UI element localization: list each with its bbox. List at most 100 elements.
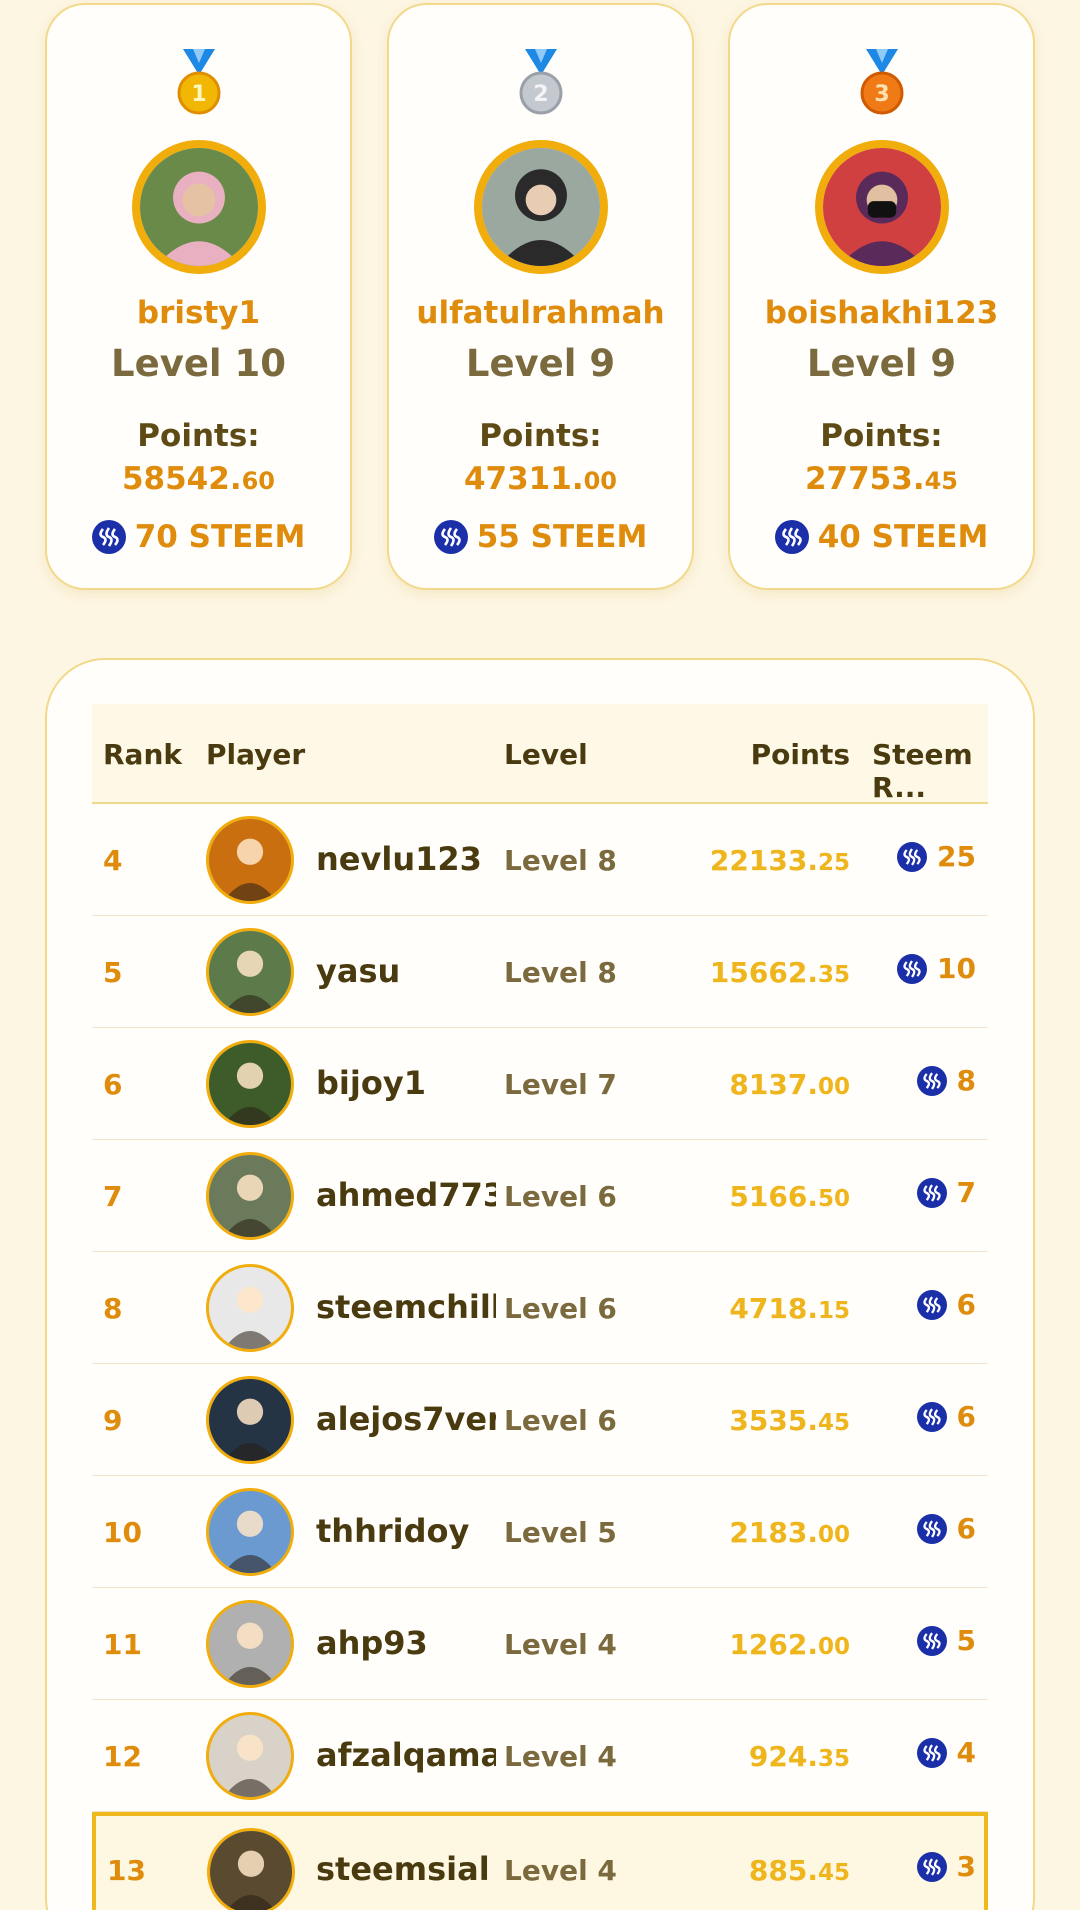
steem-icon xyxy=(916,1401,947,1432)
steem-reward-cell: 4 xyxy=(916,1736,976,1769)
podium: 1 bristy1 Level 10 Points: 58542.60 70 S… xyxy=(0,0,1080,600)
player-name[interactable]: afzalqamar xyxy=(316,1736,496,1774)
table-row[interactable]: 11 ahp93 Level 4 1262.00 5 xyxy=(92,1588,988,1700)
steem-reward-cell: 7 xyxy=(916,1176,976,1209)
avatar xyxy=(473,140,608,274)
level-cell: Level 4 xyxy=(504,1854,617,1887)
points-cell: 8137.00 xyxy=(729,1068,850,1101)
table-row[interactable]: 9 alejos7ven Level 6 3535.45 6 xyxy=(92,1364,988,1476)
player-name[interactable]: steemchiller xyxy=(316,1288,496,1326)
header-player[interactable]: Player xyxy=(206,738,305,771)
player-name[interactable]: bijoy1 xyxy=(316,1064,496,1102)
steem-icon xyxy=(433,520,468,554)
player-name: boishakhi123 xyxy=(764,295,999,331)
leaderboard-panel: Rank Player Level Points Steem R... 4 nev… xyxy=(45,658,1035,1910)
svg-text:1: 1 xyxy=(191,82,206,107)
header-points[interactable]: Points xyxy=(652,738,850,771)
points-label: Points: xyxy=(820,418,943,454)
level-cell: Level 4 xyxy=(504,1740,617,1773)
player-name: bristy1 xyxy=(136,295,261,331)
points-cell: 924.35 xyxy=(748,1740,850,1773)
steem-icon xyxy=(916,1065,947,1096)
rank-cell: 10 xyxy=(103,1516,142,1549)
steem-reward: 55 STEEM xyxy=(389,519,692,555)
level-cell: Level 6 xyxy=(504,1404,617,1437)
level-cell: Level 7 xyxy=(504,1068,617,1101)
player-name: ulfatulrahmah xyxy=(416,295,665,331)
avatar xyxy=(206,1712,294,1800)
points-value: 58542.60 xyxy=(121,461,276,497)
player-name[interactable]: ahp93 xyxy=(316,1624,496,1662)
rank-cell: 11 xyxy=(103,1628,142,1661)
player-name[interactable]: alejos7ven xyxy=(316,1400,496,1438)
podium-card-second[interactable]: 2 ulfatulrahmah Level 9 Points: 47311.00… xyxy=(387,3,694,590)
rank-cell: 9 xyxy=(103,1404,123,1437)
svg-text:3: 3 xyxy=(874,82,889,107)
avatar xyxy=(206,1040,294,1128)
player-name[interactable]: nevlu123 xyxy=(316,840,496,878)
steem-reward-cell: 6 xyxy=(916,1512,976,1545)
table-row[interactable]: 10 thhridoy Level 5 2183.00 6 xyxy=(92,1476,988,1588)
player-name[interactable]: ahmed773 xyxy=(316,1176,496,1214)
table-row[interactable]: 4 nevlu123 Level 8 22133.25 25 xyxy=(92,804,988,916)
steem-icon xyxy=(91,520,126,554)
player-name[interactable]: steemsial xyxy=(316,1850,496,1888)
header-rank[interactable]: Rank xyxy=(103,738,182,771)
steem-icon xyxy=(897,953,928,984)
points-cell: 885.45 xyxy=(748,1854,850,1887)
points-cell: 4718.15 xyxy=(729,1292,850,1325)
steem-reward-cell: 6 xyxy=(916,1288,976,1321)
points-value: 27753.45 xyxy=(804,461,959,497)
steem-reward-cell: 5 xyxy=(916,1624,976,1657)
points-cell: 5166.50 xyxy=(729,1180,850,1213)
table-row[interactable]: 7 ahmed773 Level 6 5166.50 7 xyxy=(92,1140,988,1252)
avatar xyxy=(206,1376,294,1464)
rank-cell: 6 xyxy=(103,1068,123,1101)
header-level[interactable]: Level xyxy=(504,738,588,771)
steem-icon xyxy=(916,1625,947,1656)
avatar xyxy=(131,140,266,274)
player-level: Level 9 xyxy=(465,342,616,385)
steem-reward-cell: 6 xyxy=(916,1400,976,1433)
points-cell: 1262.00 xyxy=(729,1628,850,1661)
level-cell: Level 5 xyxy=(504,1516,617,1549)
avatar xyxy=(814,140,949,274)
avatar xyxy=(206,1600,294,1688)
bronze-medal-icon: 3 xyxy=(860,49,904,117)
points-cell: 3535.45 xyxy=(729,1404,850,1437)
points-cell: 15662.35 xyxy=(709,956,850,989)
current-user-row[interactable]: 13 steemsial Level 4 885.45 3 xyxy=(92,1812,988,1910)
table-row[interactable]: 6 bijoy1 Level 7 8137.00 8 xyxy=(92,1028,988,1140)
table-header: Rank Player Level Points Steem R... xyxy=(92,704,988,804)
header-steem-reward[interactable]: Steem R... xyxy=(872,738,988,804)
player-level: Level 9 xyxy=(806,342,957,385)
rank-cell: 8 xyxy=(103,1292,123,1325)
steem-icon xyxy=(916,1513,947,1544)
avatar xyxy=(206,1264,294,1352)
steem-reward-cell: 8 xyxy=(916,1064,976,1097)
player-level: Level 10 xyxy=(111,342,286,385)
steem-reward: 70 STEEM xyxy=(47,519,350,555)
points-value: 47311.00 xyxy=(463,461,618,497)
points-label: Points: xyxy=(137,418,260,454)
svg-text:2: 2 xyxy=(533,82,548,107)
player-name[interactable]: thhridoy xyxy=(316,1512,496,1550)
podium-card-first[interactable]: 1 bristy1 Level 10 Points: 58542.60 70 S… xyxy=(45,3,352,590)
avatar xyxy=(206,816,294,904)
table-row[interactable]: 5 yasu Level 8 15662.35 10 xyxy=(92,916,988,1028)
level-cell: Level 6 xyxy=(504,1180,617,1213)
steem-icon xyxy=(897,841,928,872)
points-cell: 22133.25 xyxy=(709,844,850,877)
avatar xyxy=(206,1152,294,1240)
podium-card-third[interactable]: 3 boishakhi123 Level 9 Points: 27753.45 … xyxy=(728,3,1035,590)
level-cell: Level 6 xyxy=(504,1292,617,1325)
table-row[interactable]: 12 afzalqamarLevel 4 924.35 4 xyxy=(92,1700,988,1812)
rank-cell: 7 xyxy=(103,1180,123,1213)
player-name[interactable]: yasu xyxy=(316,952,496,990)
rank-cell: 5 xyxy=(103,956,123,989)
steem-icon xyxy=(774,520,809,554)
avatar xyxy=(206,1488,294,1576)
table-row[interactable]: 8 steemchillerLevel 6 4718.15 6 xyxy=(92,1252,988,1364)
level-cell: Level 8 xyxy=(504,956,617,989)
steem-icon xyxy=(916,1177,947,1208)
